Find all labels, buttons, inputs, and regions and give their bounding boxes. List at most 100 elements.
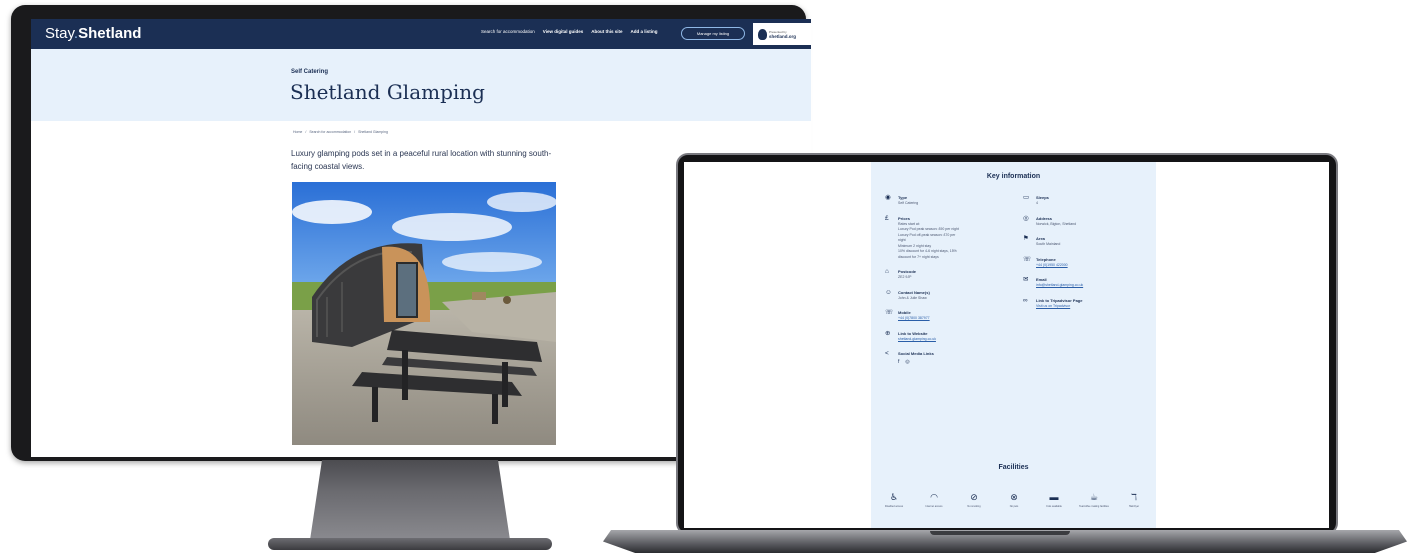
share-icon: < bbox=[885, 350, 889, 357]
facility-label: No smoking bbox=[967, 505, 981, 508]
info-address: ◎ Address Norwick, Bigton, Shetland bbox=[1023, 214, 1153, 228]
phone-icon: ☏ bbox=[1023, 255, 1032, 263]
cots-icon: ▬ bbox=[1049, 492, 1059, 502]
facility-label: Cots available bbox=[1046, 505, 1062, 508]
info-value: 4 bbox=[1036, 201, 1038, 205]
accessible-icon: ♿ bbox=[889, 492, 899, 502]
shetland-org-icon bbox=[758, 28, 767, 40]
info-telephone: ☏ Telephone +44 (0)1950 422000 bbox=[1023, 255, 1153, 269]
facility-cots: ▬ Cots available bbox=[1039, 492, 1069, 508]
partner-name: shetland.org bbox=[769, 33, 797, 39]
info-website: ⊕ Link to Website shetland-glamping.co.u… bbox=[885, 329, 1015, 343]
pound-icon: £ bbox=[885, 214, 889, 222]
facility-label: No pets bbox=[1009, 505, 1019, 508]
info-prices: £ Prices Rates start at: Luxury Pod peak… bbox=[885, 214, 1015, 261]
flag-icon: ⚑ bbox=[1023, 235, 1029, 242]
monitor-stand bbox=[310, 460, 510, 540]
site-navigation: Stay.Shetland Search for accommodation V… bbox=[31, 19, 811, 49]
facility-label: Internet access bbox=[925, 505, 943, 508]
facilities-list: ♿ Disabled access ◠ Internet access ⊘ No… bbox=[879, 492, 1149, 508]
info-type: ◉ Type Self Catering bbox=[885, 194, 1015, 207]
facility-no-smoking: ⊘ No smoking bbox=[959, 492, 989, 508]
tea-icon: ☕ bbox=[1089, 492, 1099, 502]
facility-label: Hairdryer bbox=[1128, 505, 1140, 508]
info-tripadvisor: ∞ Link to Tripadvisor Page Visit us on T… bbox=[1023, 296, 1153, 310]
breadcrumb-current: Shetland Glamping bbox=[358, 130, 388, 134]
manage-listing-button[interactable]: Manage my listing bbox=[681, 27, 745, 40]
info-contact: ☺ Contact Name(s) John & Julie Shaw bbox=[885, 288, 1015, 302]
nav-links: Search for accommodation View digital gu… bbox=[481, 29, 657, 34]
sleeps-icon: ▭ bbox=[1023, 194, 1030, 201]
key-information-heading: Key information bbox=[986, 173, 1041, 180]
info-value: Norwick, Bigton, Shetland bbox=[1036, 221, 1077, 226]
telephone-link[interactable]: +44 (0)1950 422000 bbox=[1036, 263, 1153, 269]
info-email: ✉ Email info@shetland-glamping.co.uk bbox=[1023, 276, 1153, 289]
stay-shetland-logo[interactable]: Stay.Shetland bbox=[45, 25, 141, 42]
nav-link-search[interactable]: Search for accommodation bbox=[481, 29, 535, 34]
facility-label: Tea/coffee making facilities bbox=[1079, 505, 1109, 508]
laptop-screen: Key information ◉ Type Self Catering £ P… bbox=[684, 162, 1329, 528]
glamping-pod-image bbox=[292, 182, 556, 445]
eye-icon: ◉ bbox=[885, 194, 891, 201]
info-mobile: ☏ Mobile +44 (0)7800 387977 bbox=[885, 309, 1015, 322]
pin-icon: ◎ bbox=[1023, 214, 1029, 222]
mobile-link[interactable]: +44 (0)7800 387977 bbox=[898, 316, 1015, 322]
instagram-icon[interactable]: ◎ bbox=[905, 359, 909, 365]
social-links: f ◎ bbox=[898, 359, 1015, 365]
key-information-panel: Key information ◉ Type Self Catering £ P… bbox=[871, 162, 1156, 528]
hairdryer-icon: ℸ bbox=[1131, 492, 1137, 502]
wifi-icon: ◠ bbox=[930, 492, 938, 502]
facility-internet: ◠ Internet access bbox=[919, 492, 949, 508]
nav-link-guides[interactable]: View digital guides bbox=[543, 29, 583, 34]
info-value: South Mainland bbox=[1036, 242, 1061, 246]
logo-text-stay: Stay bbox=[45, 25, 74, 42]
facility-no-pets: ⊗ No pets bbox=[999, 492, 1029, 508]
info-value: John & Julie Shaw bbox=[898, 295, 927, 300]
facebook-icon[interactable]: f bbox=[898, 359, 899, 365]
nav-link-about[interactable]: About this site bbox=[591, 29, 622, 34]
facility-disabled-access: ♿ Disabled access bbox=[879, 492, 909, 508]
facility-tea-coffee: ☕ Tea/coffee making facilities bbox=[1079, 492, 1109, 508]
tripadvisor-link[interactable]: Visit us on Tripadvisor bbox=[1036, 304, 1153, 310]
info-social: < Social Media Links f ◎ bbox=[885, 350, 1015, 365]
facility-hairdryer: ℸ Hairdryer bbox=[1119, 492, 1149, 508]
no-pets-icon: ⊗ bbox=[1010, 492, 1018, 502]
device-mockup-scene: Stay.Shetland Search for accommodation V… bbox=[0, 0, 1407, 553]
listing-photo[interactable] bbox=[292, 182, 556, 445]
key-info-left-column: ◉ Type Self Catering £ Prices Rates star… bbox=[885, 194, 1015, 374]
listing-summary: Luxury glamping pods set in a peaceful r… bbox=[291, 149, 552, 171]
page-title: Shetland Glamping bbox=[290, 80, 485, 104]
no-smoking-icon: ⊘ bbox=[970, 492, 978, 502]
partner-badge[interactable]: Presented by shetland.org bbox=[753, 23, 811, 45]
partner-text: Presented by shetland.org bbox=[769, 30, 796, 39]
nav-link-add-listing[interactable]: Add a listing bbox=[630, 29, 657, 34]
info-value: discount for 7+ night stays bbox=[898, 254, 939, 259]
info-value: Self Catering bbox=[898, 201, 919, 205]
monitor-stand-base bbox=[268, 538, 552, 550]
breadcrumb-separator: / bbox=[305, 130, 307, 134]
breadcrumb: Home / Search for accommodation / Shetla… bbox=[293, 130, 388, 134]
email-link[interactable]: info@shetland-glamping.co.uk bbox=[1036, 283, 1153, 289]
info-label: Social Media Links bbox=[898, 351, 934, 356]
globe-icon: ⊕ bbox=[885, 329, 891, 337]
breadcrumb-search[interactable]: Search for accommodation bbox=[309, 130, 351, 134]
info-sleeps: ▭ Sleeps 4 bbox=[1023, 194, 1153, 207]
facility-label: Disabled access bbox=[884, 505, 904, 508]
info-area: ⚑ Area South Mainland bbox=[1023, 235, 1153, 248]
mail-icon: ✉ bbox=[1023, 276, 1029, 283]
key-info-right-column: ▭ Sleeps 4 ◎ Address Norwick, Bigton, Sh… bbox=[1023, 194, 1153, 318]
postcode-icon: ⌂ bbox=[885, 268, 889, 275]
tripadvisor-icon: ∞ bbox=[1023, 296, 1028, 304]
laptop-notch bbox=[930, 531, 1070, 535]
breadcrumb-separator: / bbox=[354, 130, 356, 134]
mobile-icon: ☏ bbox=[885, 309, 894, 316]
page-hero: Self Catering Shetland Glamping bbox=[31, 49, 811, 121]
info-value: ZE2 9JP bbox=[898, 275, 912, 279]
contact-icon: ☺ bbox=[885, 288, 892, 296]
logo-text-shetland: Shetland bbox=[78, 25, 142, 42]
facilities-heading: Facilities bbox=[998, 464, 1029, 471]
breadcrumb-home[interactable]: Home bbox=[293, 130, 302, 134]
info-postcode: ⌂ Postcode ZE2 9JP bbox=[885, 268, 1015, 281]
website-link[interactable]: shetland-glamping.co.uk bbox=[898, 337, 1015, 343]
listing-category: Self Catering bbox=[291, 69, 329, 75]
